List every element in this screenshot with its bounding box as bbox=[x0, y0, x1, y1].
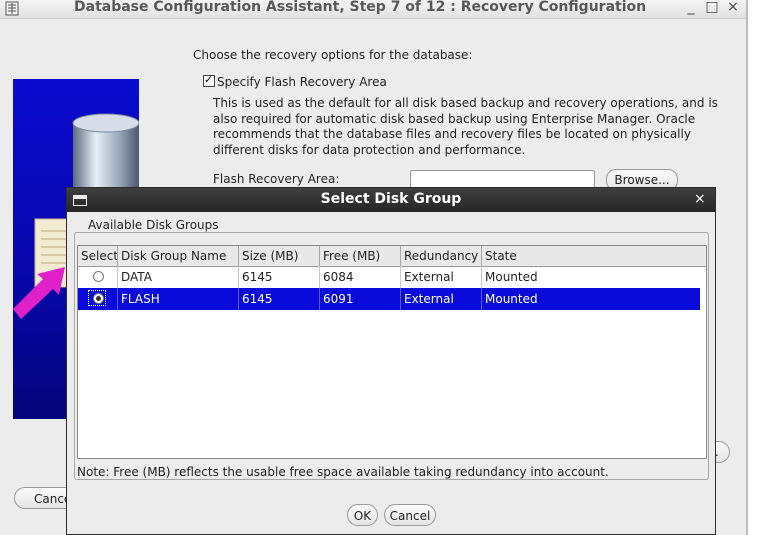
select-disk-group-dialog: Select Disk Group × Available Disk Group… bbox=[66, 187, 716, 535]
recovery-intro-text: Choose the recovery options for the data… bbox=[193, 48, 473, 62]
flash-recovery-description: This is used as the default for all disk… bbox=[213, 96, 718, 157]
column-header-disk-group-name[interactable]: Disk Group Name bbox=[118, 246, 239, 266]
table-row-selected[interactable]: FLASH 6145 6091 External Mounted bbox=[78, 288, 700, 310]
redundancy-cell: External bbox=[401, 266, 482, 288]
table-header: Select Disk Group Name Size (MB) Free (M… bbox=[78, 246, 706, 267]
column-header-select[interactable]: Select bbox=[78, 246, 118, 266]
flash-recovery-checkbox[interactable] bbox=[203, 73, 215, 87]
disk-group-table: Select Disk Group Name Size (MB) Free (M… bbox=[77, 245, 707, 459]
maximize-icon[interactable]: □ bbox=[705, 0, 719, 15]
dialog-title: Select Disk Group bbox=[320, 191, 462, 207]
free-space-note: Note: Free (MB) reflects the usable free… bbox=[77, 465, 609, 479]
free-cell: 6084 bbox=[320, 266, 401, 288]
column-header-redundancy[interactable]: Redundancy bbox=[401, 246, 482, 266]
window-titlebar[interactable]: Database Configuration Assistant, Step 7… bbox=[0, 0, 746, 19]
cancel-button[interactable]: Cancel bbox=[384, 504, 436, 526]
available-disk-groups-label: Available Disk Groups bbox=[83, 218, 224, 232]
select-cell[interactable] bbox=[78, 288, 118, 310]
free-cell: 6091 bbox=[320, 288, 401, 310]
flash-recovery-checkbox-row[interactable]: Specify Flash Recovery Area bbox=[203, 73, 387, 89]
database-app-icon bbox=[5, 1, 19, 16]
dialog-titlebar[interactable]: Select Disk Group × bbox=[67, 188, 715, 212]
disk-group-radio[interactable] bbox=[93, 271, 104, 282]
select-cell[interactable] bbox=[78, 266, 118, 288]
state-cell: Mounted bbox=[485, 292, 538, 306]
size-cell: 6145 bbox=[239, 288, 320, 310]
column-header-size[interactable]: Size (MB) bbox=[239, 246, 320, 266]
window-border bbox=[746, 0, 748, 535]
disk-group-name-cell: FLASH bbox=[118, 288, 239, 310]
column-header-free[interactable]: Free (MB) bbox=[320, 246, 401, 266]
minimize-icon[interactable]: _ bbox=[684, 0, 698, 15]
close-icon[interactable]: × bbox=[726, 0, 740, 15]
dialog-close-icon[interactable]: × bbox=[694, 191, 706, 207]
flash-recovery-checkbox-label: Specify Flash Recovery Area bbox=[217, 75, 387, 89]
window-title: Database Configuration Assistant, Step 7… bbox=[74, 0, 647, 15]
disk-group-name-cell: DATA bbox=[118, 266, 239, 288]
column-header-state[interactable]: State bbox=[482, 246, 706, 266]
flash-recovery-area-label: Flash Recovery Area: bbox=[213, 172, 340, 186]
state-cell: Mounted bbox=[485, 270, 538, 284]
ok-button[interactable]: OK bbox=[347, 504, 378, 526]
table-row[interactable]: DATA 6145 6084 External Mounted bbox=[78, 266, 700, 288]
redundancy-cell: External bbox=[401, 288, 482, 310]
size-cell: 6145 bbox=[239, 266, 320, 288]
disk-group-radio-selected[interactable] bbox=[93, 293, 104, 304]
